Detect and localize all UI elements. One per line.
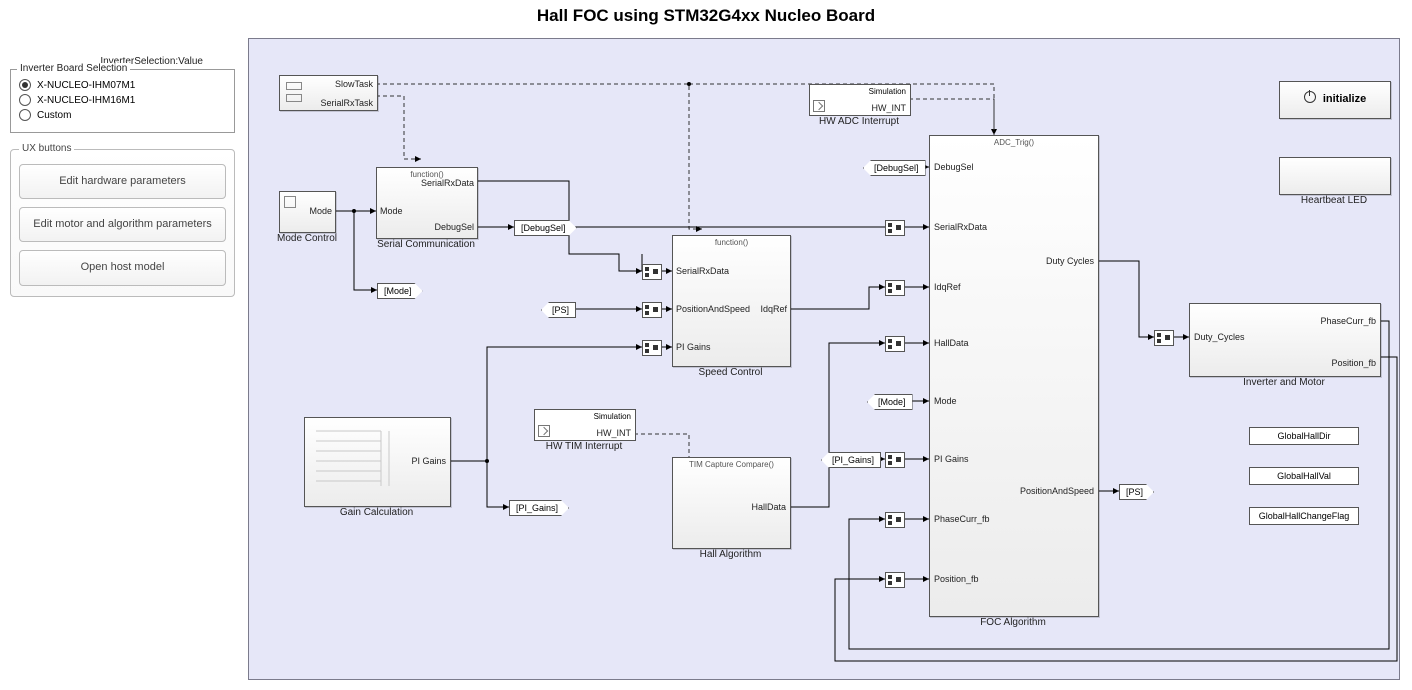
radio-ihm07m1[interactable]: X-NUCLEO-IHM07M1	[19, 79, 226, 91]
port-halldata: HallData	[934, 338, 969, 348]
hw-tim-interrupt-block[interactable]: Simulation HW_INT	[534, 409, 636, 441]
dsm-globalhallchangeflag[interactable]: GlobalHallChangeFlag	[1249, 507, 1359, 525]
dsm-globalhalldir[interactable]: GlobalHallDir	[1249, 427, 1359, 445]
radio-label: Custom	[37, 110, 71, 121]
goto-mode[interactable]: [Mode]	[377, 283, 423, 299]
subsystem-icon	[813, 100, 825, 112]
heartbeat-led-block[interactable]	[1279, 157, 1391, 195]
radio-icon	[19, 94, 31, 106]
port-posspeed-in: PositionAndSpeed	[676, 304, 750, 314]
port-mode-out: Mode	[309, 206, 332, 216]
serial-comm-label: Serial Communication	[359, 239, 493, 250]
radio-icon	[19, 79, 31, 91]
goto-pigains[interactable]: [PI_Gains]	[509, 500, 569, 516]
radio-custom[interactable]: Custom	[19, 109, 226, 121]
port-hwint: HW_INT	[872, 103, 907, 113]
diagram-title: Hall FOC using STM32G4xx Nucleo Board	[0, 6, 1412, 26]
hw-tim-label: HW TIM Interrupt	[534, 441, 634, 452]
foc-label: FOC Algorithm	[929, 617, 1097, 628]
bus-selector-icon[interactable]	[885, 572, 905, 588]
inverter-motor-block[interactable]: Duty_Cycles PhaseCurr_fb Position_fb	[1189, 303, 1381, 377]
bus-selector-icon[interactable]	[885, 280, 905, 296]
port-serialrxdata-in: SerialRxData	[676, 266, 729, 276]
edit-motor-button[interactable]: Edit motor and algorithm parameters	[19, 207, 226, 242]
port-slowtask: SlowTask	[335, 79, 373, 89]
dsm-globalhallval[interactable]: GlobalHallVal	[1249, 467, 1359, 485]
edit-hardware-button[interactable]: Edit hardware parameters	[19, 164, 226, 199]
model-canvas[interactable]: SlowTask SerialRxTask Mode Mode Control …	[248, 38, 1400, 680]
mode-control-label: Mode Control	[267, 233, 347, 244]
inverter-selection-legend: Inverter Board Selection	[17, 63, 130, 74]
gain-calc-block[interactable]: PI Gains	[304, 417, 451, 507]
port-phasecurr: PhaseCurr_fb	[934, 514, 990, 524]
gain-calc-label: Gain Calculation	[304, 507, 449, 518]
from-debugsel[interactable]: [DebugSel]	[863, 160, 926, 176]
port-halldata-out: HallData	[751, 502, 786, 512]
bus-selector-icon[interactable]	[885, 220, 905, 236]
from-pigains[interactable]: [PI_Gains]	[821, 452, 881, 468]
from-ps[interactable]: [PS]	[541, 302, 576, 318]
from-mode[interactable]: [Mode]	[867, 394, 913, 410]
port-idqref: IdqRef	[934, 282, 961, 292]
subsystem-icon	[538, 425, 550, 437]
bus-selector-icon[interactable]	[642, 340, 662, 356]
port-dutycycles: Duty Cycles	[1046, 256, 1094, 266]
port-pigains-in: PI Gains	[676, 342, 711, 352]
port-serialrxdata-out: SerialRxData	[421, 178, 474, 188]
port-idqref-out: IdqRef	[760, 304, 787, 314]
radio-label: X-NUCLEO-IHM07M1	[37, 80, 135, 91]
hw-adc-interrupt-block[interactable]: Simulation HW_INT	[809, 84, 911, 116]
sim-type: Simulation	[869, 87, 906, 96]
initialize-block[interactable]: initialize	[1279, 81, 1391, 119]
port-pigains: PI Gains	[934, 454, 969, 464]
inverter-selection-group: Inverter Board Selection X-NUCLEO-IHM07M…	[10, 69, 235, 133]
left-panel: InverterSelection:Value Inverter Board S…	[10, 56, 235, 297]
serial-comm-block[interactable]: function() Mode SerialRxData DebugSel	[376, 167, 478, 239]
radio-ihm16m1[interactable]: X-NUCLEO-IHM16M1	[19, 94, 226, 106]
ux-buttons-group: UX buttons Edit hardware parameters Edit…	[10, 149, 235, 297]
port-mode-in: Mode	[380, 206, 403, 216]
bus-selector-icon[interactable]	[642, 302, 662, 318]
bus-selector-icon[interactable]	[885, 512, 905, 528]
inverter-label: Inverter and Motor	[1189, 377, 1379, 388]
goto-ps[interactable]: [PS]	[1119, 484, 1154, 500]
open-host-button[interactable]: Open host model	[19, 250, 226, 285]
task-scheduler-block[interactable]: SlowTask SerialRxTask	[279, 75, 378, 111]
hw-adc-label: HW ADC Interrupt	[809, 116, 909, 127]
port-debugsel-out: DebugSel	[434, 222, 474, 232]
hall-algorithm-block[interactable]: TIM Capture Compare() HallData	[672, 457, 791, 549]
port-phasecurr-out: PhaseCurr_fb	[1320, 316, 1376, 326]
fn-trigger: ADC_Trig()	[930, 138, 1098, 147]
port-posspeed: PositionAndSpeed	[1020, 486, 1094, 496]
port-debugsel: DebugSel	[934, 162, 974, 172]
bus-selector-icon[interactable]	[642, 264, 662, 280]
goto-debugsel[interactable]: [DebugSel]	[514, 220, 577, 236]
radio-label: X-NUCLEO-IHM16M1	[37, 95, 135, 106]
port-dutycycles-in: Duty_Cycles	[1194, 332, 1245, 342]
mode-control-block[interactable]: Mode	[279, 191, 336, 233]
port-pigains-out: PI Gains	[411, 456, 446, 466]
bus-selector-icon[interactable]	[885, 452, 905, 468]
port-hwint: HW_INT	[597, 428, 632, 438]
bus-selector-icon[interactable]	[885, 336, 905, 352]
foc-algorithm-block[interactable]: ADC_Trig() DebugSel SerialRxData IdqRef …	[929, 135, 1099, 617]
port-mode: Mode	[934, 396, 957, 406]
fn-trigger: function()	[673, 238, 790, 247]
sim-type: Simulation	[594, 412, 631, 421]
port-position: Position_fb	[934, 574, 979, 584]
bus-selector-icon[interactable]	[1154, 330, 1174, 346]
speed-control-block[interactable]: function() SerialRxData PositionAndSpeed…	[672, 235, 791, 367]
initialize-label: initialize	[1323, 93, 1366, 105]
port-serialrxdata: SerialRxData	[934, 222, 987, 232]
heartbeat-label: Heartbeat LED	[1279, 195, 1389, 206]
power-icon	[1304, 91, 1316, 103]
ux-legend: UX buttons	[19, 143, 74, 154]
speed-control-label: Speed Control	[672, 367, 789, 378]
hall-algorithm-label: Hall Algorithm	[672, 549, 789, 560]
radio-icon	[19, 109, 31, 121]
port-position-out: Position_fb	[1331, 358, 1376, 368]
port-serialrxtask: SerialRxTask	[320, 98, 373, 108]
fn-trigger: TIM Capture Compare()	[673, 460, 790, 469]
